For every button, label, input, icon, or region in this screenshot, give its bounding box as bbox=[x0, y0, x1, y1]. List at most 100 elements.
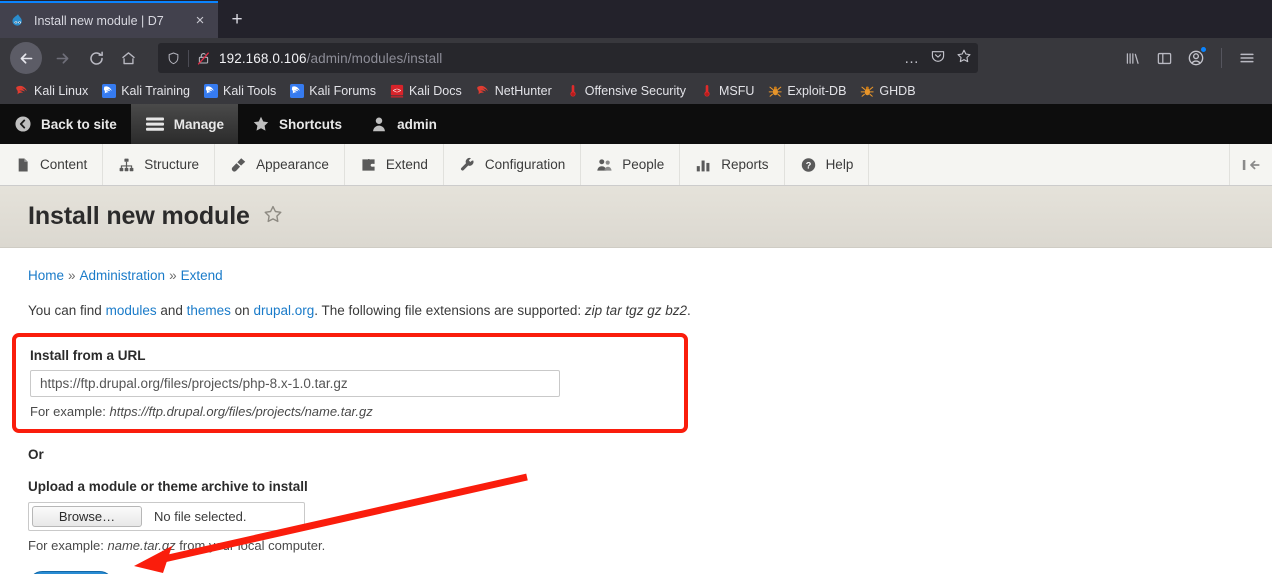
url-divider bbox=[188, 49, 189, 67]
upload-field-description: For example: name.tar.gz from your local… bbox=[28, 538, 1244, 553]
bookmark-nethunter[interactable]: NetHunter bbox=[469, 80, 559, 102]
bookmark-label: Kali Linux bbox=[34, 84, 89, 98]
menu-item-label: People bbox=[622, 157, 665, 172]
menu-item-content[interactable]: Content bbox=[0, 144, 104, 185]
kali-dragon-icon bbox=[15, 84, 29, 98]
url-text[interactable]: 192.168.0.106/admin/modules/install bbox=[219, 51, 896, 66]
bookmark-kali-training[interactable]: Kali Training bbox=[95, 80, 197, 102]
people-icon bbox=[596, 157, 613, 173]
bookmark-label: Kali Training bbox=[121, 84, 190, 98]
menu-item-configuration[interactable]: Configuration bbox=[444, 144, 582, 185]
url-desc-prefix: For example: bbox=[30, 403, 110, 419]
drupal-admin-menu: Content Structure Appearance Extend Conf… bbox=[0, 144, 1272, 186]
reload-icon[interactable] bbox=[80, 42, 112, 74]
brush-icon bbox=[230, 157, 247, 173]
menu-item-help[interactable]: ? Help bbox=[785, 144, 870, 185]
page-header: Install new module bbox=[0, 186, 1272, 248]
drupal-droplet-icon bbox=[10, 13, 26, 29]
toolbar-back-to-site[interactable]: Back to site bbox=[0, 104, 131, 144]
bookmark-label: GHDB bbox=[879, 84, 916, 98]
menu-item-label: Help bbox=[825, 157, 854, 172]
exploitdb-icon bbox=[860, 84, 875, 98]
breadcrumb-extend[interactable]: Extend bbox=[181, 268, 223, 283]
menu-item-label: Extend bbox=[385, 157, 428, 172]
wrench-icon bbox=[459, 157, 476, 173]
breadcrumb-separator: » bbox=[169, 268, 177, 283]
address-bar[interactable]: 192.168.0.106/admin/modules/install … bbox=[158, 43, 978, 73]
library-icon[interactable] bbox=[1117, 42, 1147, 74]
bookmark-label: Kali Tools bbox=[223, 84, 277, 98]
kali-blue-icon bbox=[102, 84, 117, 98]
link-themes[interactable]: themes bbox=[187, 303, 231, 318]
toolbar-manage[interactable]: Manage bbox=[130, 104, 239, 144]
home-icon[interactable] bbox=[112, 42, 144, 74]
star-outline-icon[interactable] bbox=[956, 48, 972, 69]
bookmark-label: Offensive Security bbox=[584, 84, 686, 98]
link-drupal-org[interactable]: drupal.org bbox=[253, 303, 314, 318]
toolbar-item-label: admin bbox=[397, 116, 437, 132]
bookmark-kali-tools[interactable]: Kali Tools bbox=[197, 80, 283, 102]
sitemap-icon bbox=[118, 157, 135, 173]
toolbar-item-label: Back to site bbox=[41, 116, 117, 132]
bookmark-kali-forums[interactable]: Kali Forums bbox=[283, 80, 383, 102]
menu-item-reports[interactable]: Reports bbox=[680, 144, 785, 185]
toolbar-shortcuts[interactable]: Shortcuts bbox=[238, 104, 356, 144]
menu-item-label: Structure bbox=[144, 157, 200, 172]
link-modules[interactable]: modules bbox=[106, 303, 157, 318]
upload-field-label: Upload a module or theme archive to inst… bbox=[28, 478, 308, 494]
close-icon[interactable]: × bbox=[190, 11, 210, 31]
intro-text: You can find modules and themes on drupa… bbox=[28, 302, 1244, 321]
menu-item-label: Appearance bbox=[256, 157, 329, 172]
hamburger-menu-icon[interactable] bbox=[1232, 42, 1262, 74]
svg-text:<>: <> bbox=[393, 88, 401, 95]
breadcrumb-administration[interactable]: Administration bbox=[80, 268, 166, 283]
menu-item-people[interactable]: People bbox=[581, 144, 681, 185]
tracking-shield-icon[interactable] bbox=[166, 51, 188, 66]
account-notification-dot bbox=[1200, 46, 1207, 53]
bookmark-kali-linux[interactable]: Kali Linux bbox=[8, 80, 95, 102]
browse-button[interactable]: Browse… bbox=[32, 505, 142, 527]
browser-tab-active[interactable]: Install new module | D7 × bbox=[0, 1, 218, 38]
url-host: 192.168.0.106 bbox=[219, 50, 307, 66]
page-actions-icon[interactable]: … bbox=[904, 51, 920, 66]
breadcrumb-home[interactable]: Home bbox=[28, 268, 64, 283]
kali-dragon-icon bbox=[476, 84, 490, 98]
forward-arrow-icon bbox=[46, 42, 78, 74]
bookmark-label: MSFU bbox=[718, 84, 755, 98]
offsec-icon bbox=[566, 84, 580, 98]
menu-item-extend[interactable]: Extend bbox=[345, 144, 444, 185]
back-arrow-icon[interactable] bbox=[10, 42, 42, 74]
install-url-input[interactable]: https://ftp.drupal.org/files/projects/ph… bbox=[30, 369, 560, 397]
menu-item-structure[interactable]: Structure bbox=[103, 144, 216, 185]
new-tab-button[interactable]: + bbox=[218, 1, 256, 38]
broken-lock-icon[interactable] bbox=[196, 51, 219, 66]
bookmark-ghdb[interactable]: GHDB bbox=[853, 80, 922, 102]
bookmark-exploit-db[interactable]: Exploit-DB bbox=[761, 80, 853, 102]
toolbar-admin-account[interactable]: admin bbox=[356, 104, 451, 144]
page-title: Install new module bbox=[28, 202, 250, 230]
upload-desc-prefix: For example: bbox=[28, 537, 108, 553]
bookmark-kali-docs[interactable]: <> Kali Docs bbox=[383, 80, 469, 102]
browser-chrome: Install new module | D7 × + 192.168.0.10… bbox=[0, 0, 1272, 104]
kali-docs-icon: <> bbox=[390, 84, 404, 98]
shortcut-star-icon[interactable] bbox=[263, 204, 283, 229]
tab-strip: Install new module | D7 × + bbox=[0, 0, 1272, 38]
sidebar-icon[interactable] bbox=[1149, 42, 1179, 74]
pocket-icon[interactable] bbox=[930, 48, 946, 69]
file-icon bbox=[15, 157, 31, 173]
menu-item-label: Content bbox=[40, 157, 88, 172]
account-icon[interactable] bbox=[1181, 42, 1211, 74]
bookmark-offensive-security[interactable]: Offensive Security bbox=[559, 80, 693, 102]
file-upload-control[interactable]: Browse… No file selected. bbox=[28, 501, 305, 531]
bar-chart-icon bbox=[695, 157, 712, 173]
intro-part2: and bbox=[156, 303, 187, 318]
url-desc-example: https://ftp.drupal.org/files/projects/na… bbox=[109, 403, 373, 419]
toolbar-item-label: Shortcuts bbox=[279, 116, 343, 132]
or-label: Or bbox=[28, 446, 44, 462]
star-icon bbox=[252, 115, 270, 133]
svg-text:?: ? bbox=[805, 160, 811, 170]
menu-item-appearance[interactable]: Appearance bbox=[215, 144, 345, 185]
selected-file-status: No file selected. bbox=[154, 508, 247, 524]
bookmark-msfu[interactable]: MSFU bbox=[693, 80, 761, 102]
vertical-orientation-toggle-icon[interactable] bbox=[1230, 144, 1272, 185]
